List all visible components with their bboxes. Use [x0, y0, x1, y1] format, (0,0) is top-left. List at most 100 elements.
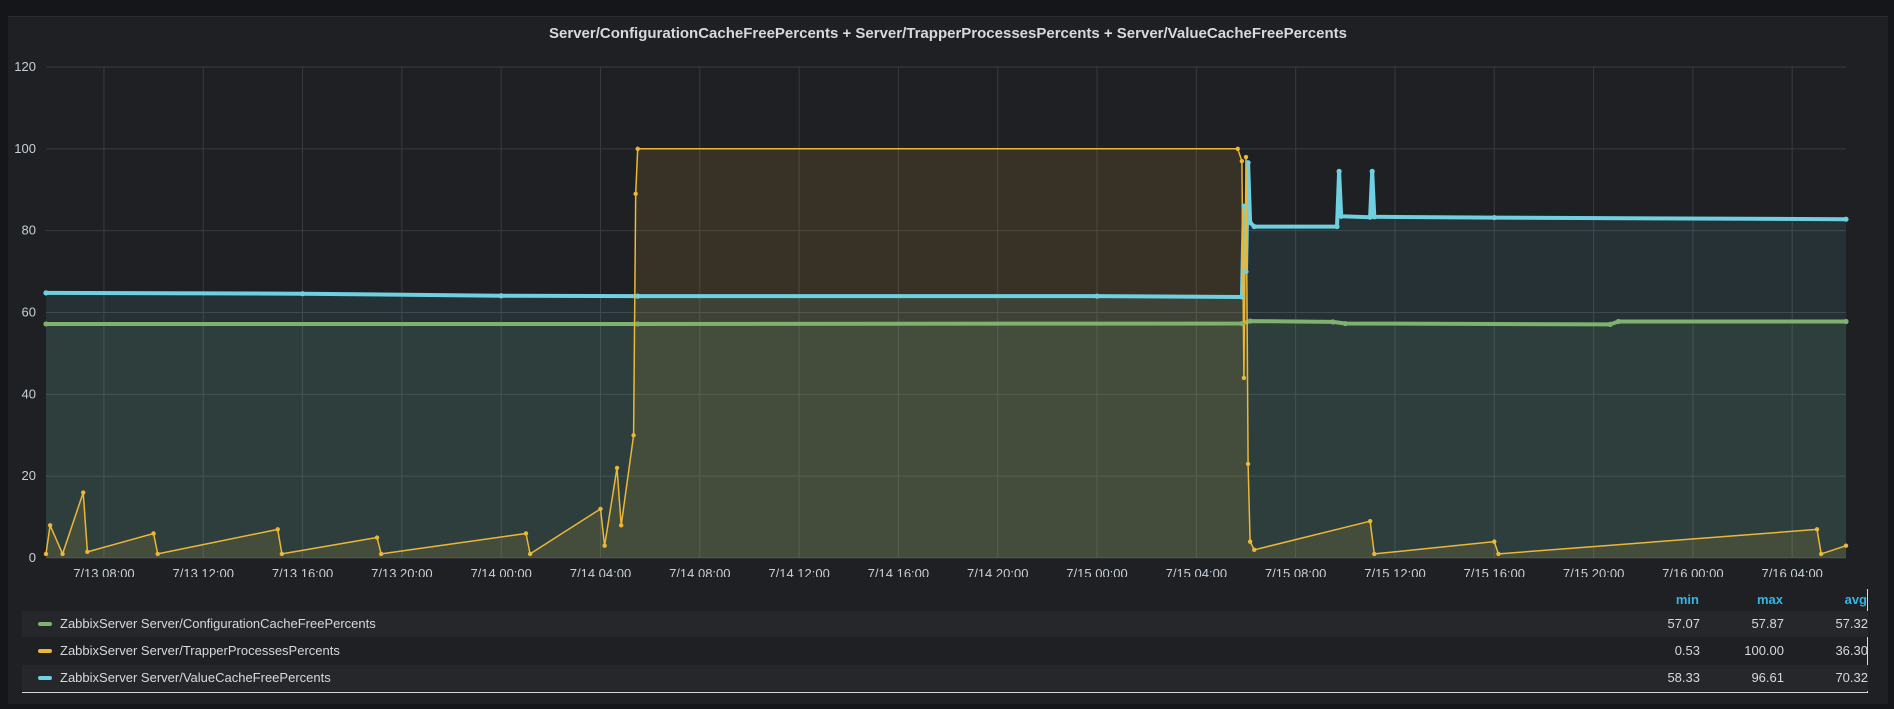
- legend-value-avg: 57.32: [1835, 616, 1868, 631]
- series-point-0: [43, 321, 49, 327]
- x-tick-label: 7/14 04:00: [570, 566, 631, 577]
- series-point-2: [81, 490, 86, 495]
- series-color-swatch[interactable]: [38, 676, 52, 680]
- series-point-2: [85, 549, 90, 555]
- y-tick-label: 0: [29, 550, 36, 565]
- x-tick-label: 7/14 12:00: [768, 566, 829, 577]
- y-tick-label: 20: [22, 468, 36, 483]
- series-point-2: [378, 551, 384, 557]
- x-tick-label: 7/16 04:00: [1761, 566, 1822, 577]
- series-point-1: [299, 291, 306, 297]
- y-tick-label: 60: [22, 305, 36, 320]
- legend-item-trapper-processes[interactable]: ZabbixServer Server/TrapperProcessesPerc…: [22, 638, 1868, 664]
- legend-series-name[interactable]: ZabbixServer Server/ValueCacheFreePercen…: [60, 665, 331, 691]
- series-point-2: [618, 523, 624, 528]
- legend-value-min: 0.53: [1674, 643, 1700, 658]
- y-axis-ticks: 0 20 40 60 80 100 120: [14, 59, 36, 565]
- series-point-2: [602, 543, 607, 548]
- legend-item-value-cache[interactable]: ZabbixServer Server/ValueCacheFreePercen…: [22, 665, 1868, 691]
- x-tick-label: 7/15 16:00: [1464, 566, 1525, 577]
- series-point-2: [1843, 543, 1849, 548]
- series-point-2: [155, 551, 160, 557]
- series-point-2: [631, 433, 636, 438]
- series-point-1: [1491, 214, 1497, 221]
- series-point-1: [43, 290, 49, 296]
- graph-panel: Server/ConfigurationCacheFreePercents + …: [8, 16, 1888, 704]
- chart-plot[interactable]: 020406080100120 7/13 08:00 7/13 12:00 7/13…: [8, 17, 1888, 577]
- series-point-1: [1336, 168, 1342, 174]
- x-tick-label: 7/15 04:00: [1166, 566, 1227, 577]
- series-point-2: [60, 551, 65, 557]
- series-point-1: [1243, 268, 1249, 275]
- series-point-2: [1496, 551, 1501, 557]
- series-point-1: [1245, 160, 1251, 166]
- x-tick-label: 7/13 12:00: [173, 566, 234, 577]
- series-point-2: [1492, 539, 1497, 544]
- legend-header: min max avg: [1567, 589, 1867, 611]
- series-point-2: [614, 465, 620, 471]
- legend-table: min max avg ZabbixServer Server/Configur…: [22, 589, 1868, 693]
- x-axis-ticks: 7/13 08:00 7/13 12:00 7/13 16:00 7/13 20:00…: [73, 566, 1823, 577]
- series-point-2: [1239, 158, 1245, 164]
- series-point-2: [1245, 461, 1251, 467]
- series-point-0: [1330, 319, 1336, 325]
- series-point-2: [47, 523, 53, 528]
- legend-value-avg: 36.30: [1835, 643, 1868, 658]
- series-point-2: [275, 527, 280, 532]
- series-point-2: [1814, 527, 1820, 532]
- legend-value-max: 100.00: [1744, 643, 1784, 658]
- series-areas: [46, 148, 1846, 559]
- x-tick-label: 7/14 08:00: [669, 566, 730, 577]
- y-tick-label: 80: [22, 223, 36, 238]
- legend-value-avg: 70.32: [1835, 670, 1868, 685]
- series-point-2: [635, 146, 640, 152]
- legend-series-name[interactable]: ZabbixServer Server/ConfigurationCacheFr…: [60, 611, 376, 637]
- series-point-2: [1372, 551, 1377, 557]
- legend-header-min[interactable]: min: [1639, 592, 1699, 607]
- x-tick-label: 7/14 20:00: [967, 566, 1028, 577]
- x-tick-label: 7/15 20:00: [1563, 566, 1624, 577]
- x-tick-label: 7/16 00:00: [1662, 566, 1723, 577]
- series-point-2: [527, 551, 533, 557]
- x-tick-label: 7/13 20:00: [371, 566, 432, 577]
- series-point-1: [498, 293, 504, 299]
- series-color-swatch[interactable]: [38, 649, 52, 653]
- series-point-2: [1818, 551, 1824, 557]
- x-tick-label: 7/13 08:00: [73, 566, 134, 577]
- series-point-2: [1367, 518, 1373, 524]
- series-point-1: [1334, 223, 1340, 230]
- series-point-2: [1247, 539, 1253, 544]
- legend-value-max: 96.61: [1751, 670, 1784, 685]
- x-tick-label: 7/15 00:00: [1066, 566, 1127, 577]
- legend-header-max[interactable]: max: [1723, 592, 1783, 607]
- series-point-1: [635, 293, 641, 299]
- series-point-2: [1241, 375, 1247, 381]
- x-tick-label: 7/15 08:00: [1265, 566, 1326, 577]
- series-point-1: [1247, 219, 1253, 226]
- series-point-0: [1239, 320, 1245, 327]
- legend-value-min: 57.07: [1667, 616, 1700, 631]
- series-point-2: [633, 191, 638, 197]
- legend-item-configuration-cache[interactable]: ZabbixServer Server/ConfigurationCacheFr…: [22, 611, 1868, 637]
- series-point-2: [1252, 547, 1257, 553]
- series-point-1: [1094, 293, 1100, 299]
- x-tick-label: 7/15 12:00: [1364, 566, 1425, 577]
- x-tick-label: 7/13 16:00: [272, 566, 333, 577]
- x-tick-label: 7/14 00:00: [470, 566, 531, 577]
- legend-value-min: 58.33: [1667, 670, 1700, 685]
- series-color-swatch[interactable]: [38, 622, 52, 626]
- series-point-0: [1615, 318, 1622, 325]
- series-point-1: [1241, 203, 1247, 209]
- series-point-2: [1235, 146, 1240, 152]
- series-point-1: [1239, 294, 1245, 300]
- legend-header-avg[interactable]: avg: [1807, 592, 1867, 607]
- series-point-0: [635, 321, 641, 327]
- legend-series-name[interactable]: ZabbixServer Server/TrapperProcessesPerc…: [60, 638, 340, 664]
- legend-value-max: 57.87: [1751, 616, 1784, 631]
- series-point-0: [1607, 321, 1613, 327]
- series-point-1: [1843, 216, 1849, 222]
- series-point-2: [151, 531, 156, 536]
- x-tick-label: 7/14 16:00: [868, 566, 929, 577]
- series-point-1: [1369, 168, 1375, 174]
- series-point-1: [1338, 213, 1344, 219]
